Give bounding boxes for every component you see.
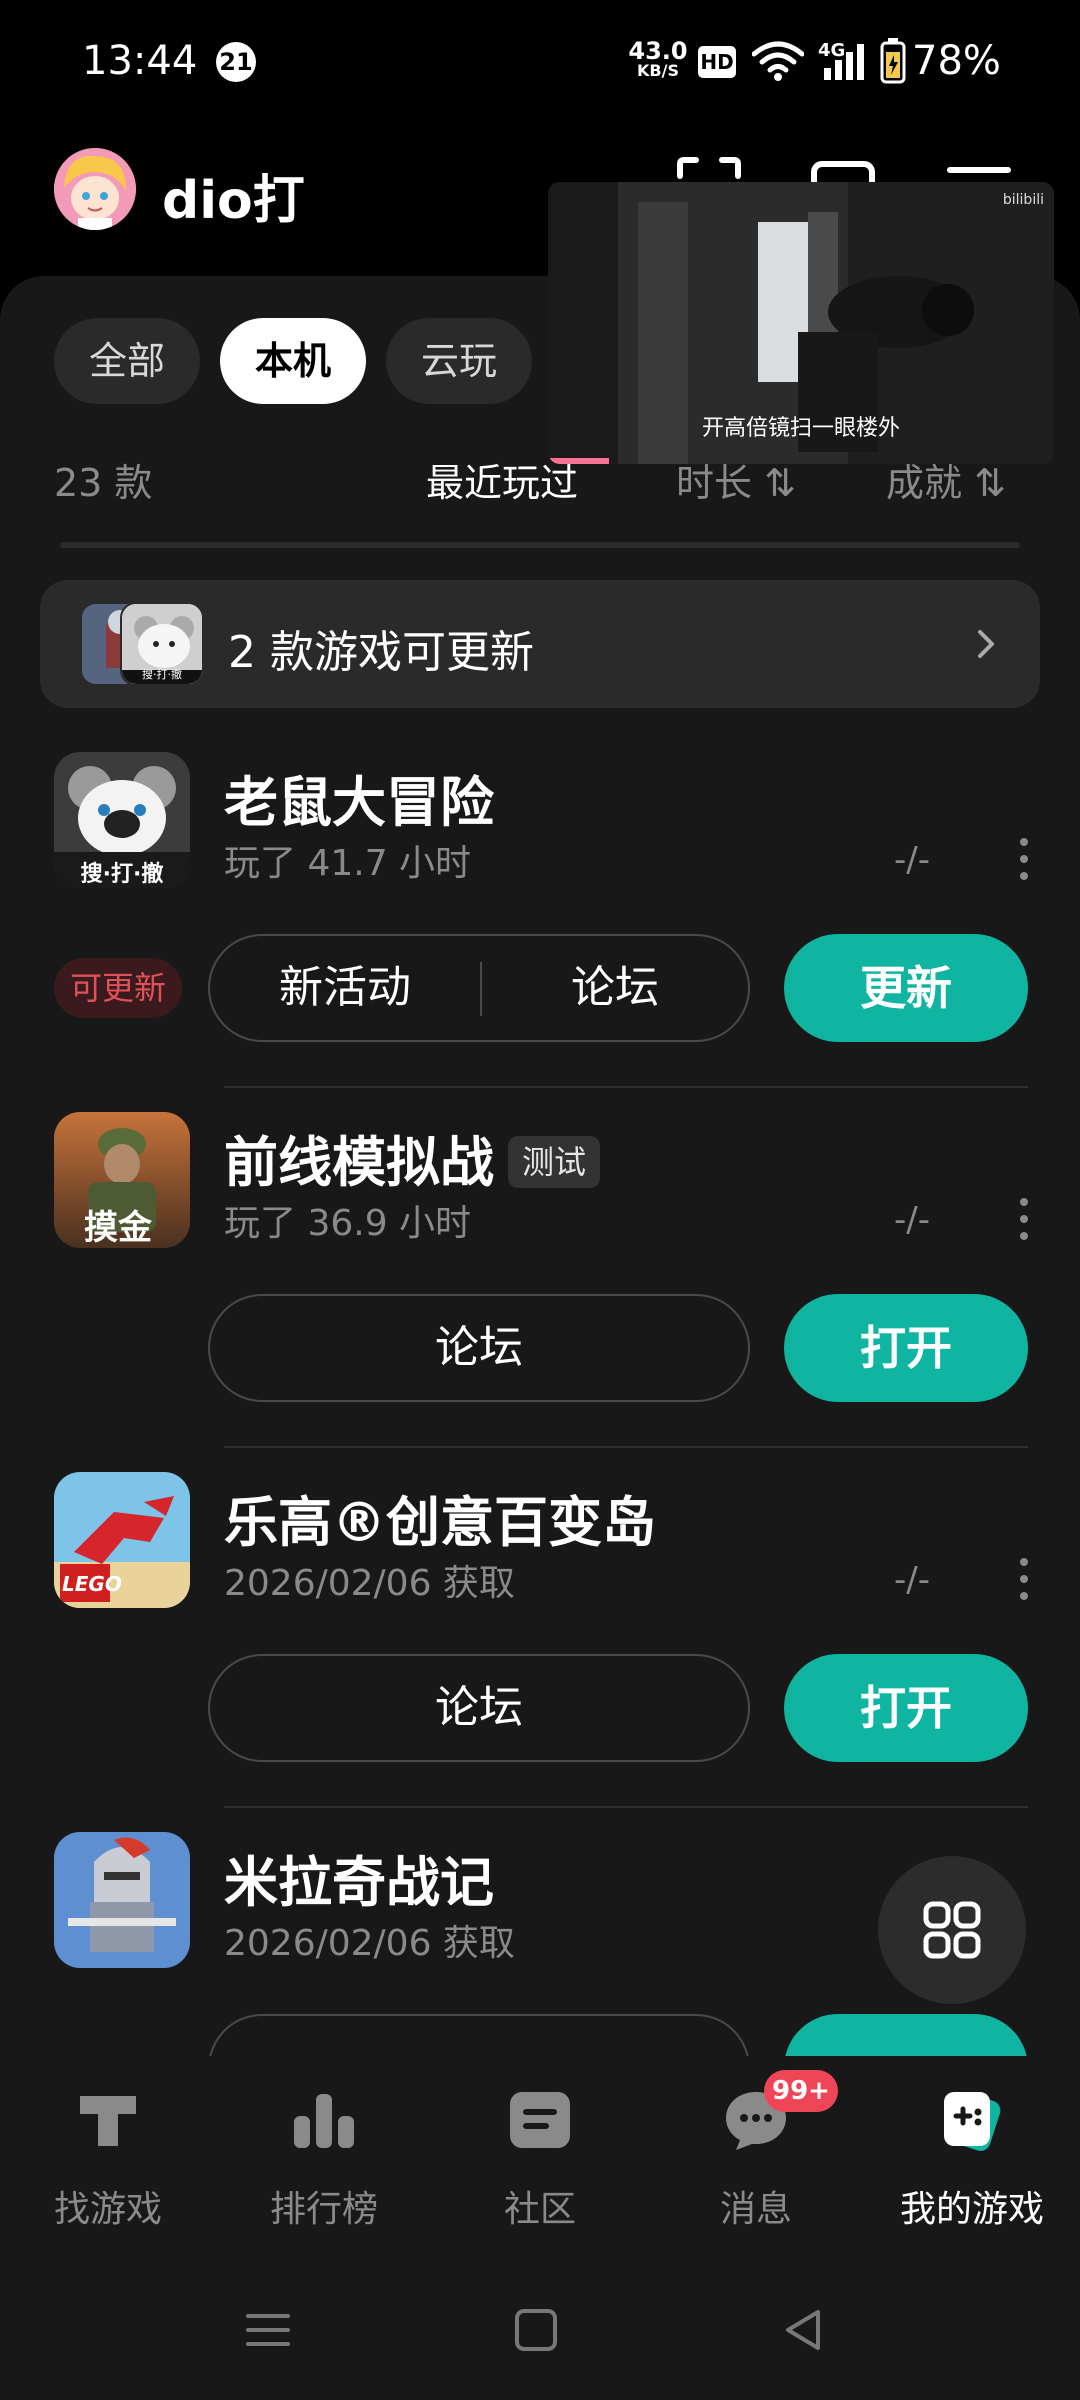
bottom-navigation: 找游戏 排行榜 社区 99+ 消息 我的游戏: [0, 2056, 1080, 2256]
forum-link[interactable]: 论坛: [210, 1296, 748, 1400]
message-count-badge: 99+: [764, 2070, 838, 2112]
more-options-icon[interactable]: [1012, 1194, 1036, 1244]
game-title[interactable]: 前线模拟战 测试: [224, 1118, 601, 1197]
community-icon: [510, 2092, 570, 2148]
game-playtime: 玩了 41.7 小时: [224, 843, 472, 884]
game-icon[interactable]: [54, 1832, 190, 1968]
tab-cloud[interactable]: 云玩: [386, 318, 532, 404]
achievement-progress: -/-: [894, 1200, 930, 1240]
nav-find-games[interactable]: 找游戏: [0, 2086, 216, 2246]
game-title-text: 前线模拟战: [224, 1131, 494, 1194]
more-options-icon[interactable]: [1012, 1554, 1036, 1604]
icon-caption: 搜·打·撤: [80, 862, 164, 887]
nav-label: 消息: [719, 2189, 792, 2230]
home-icon[interactable]: [510, 2304, 562, 2356]
grid-icon: [923, 1901, 981, 1959]
game-icon-small: 搜·打·撤: [120, 602, 204, 686]
game-item: 搜·打·撤 老鼠大冒险 玩了 41.7 小时 -/- 可更新 新活动 论坛 更新: [0, 752, 1080, 1112]
nav-community[interactable]: 社区: [432, 2086, 648, 2246]
nav-messages[interactable]: 99+ 消息: [648, 2070, 864, 2246]
floating-video-player[interactable]: bilibili 开高倍镜扫一眼楼外: [548, 182, 1054, 464]
game-title[interactable]: 老鼠大冒险: [224, 758, 494, 837]
game-title[interactable]: 米拉奇战记: [224, 1838, 494, 1917]
divider: [224, 1806, 1028, 1808]
sort-icon: ⇅: [974, 461, 1006, 505]
more-options-icon[interactable]: [1012, 834, 1036, 884]
battery-icon: [880, 38, 906, 84]
achievement-progress: -/-: [894, 1560, 930, 1600]
forum-link[interactable]: 论坛: [480, 936, 750, 1040]
update-button[interactable]: 更新: [784, 934, 1028, 1042]
updates-available-text: 2 款游戏可更新: [228, 627, 534, 678]
game-item: LEGO 乐高®创意百变岛 2026/02/06 获取 -/- 论坛 打开: [0, 1472, 1080, 1832]
status-bar: 13:44 21 43.0 KB/S HD 4G 78%: [0, 0, 1080, 125]
video-progress-bar: [548, 458, 609, 464]
back-icon[interactable]: [778, 2304, 830, 2356]
find-games-icon: [80, 2096, 136, 2146]
game-links: 论坛: [208, 1654, 750, 1762]
game-item: 摸金 前线模拟战 测试 玩了 36.9 小时 -/- 论坛 打开: [0, 1112, 1080, 1472]
open-button[interactable]: 打开: [784, 1654, 1028, 1762]
username[interactable]: dio打: [162, 158, 305, 233]
game-count: 23 款: [54, 461, 153, 505]
system-navigation-bar: [0, 2256, 1080, 2400]
tab-all[interactable]: 全部: [54, 318, 200, 404]
status-time: 13:44: [82, 38, 198, 84]
icon-caption: LEGO: [62, 1572, 122, 1596]
recent-apps-icon[interactable]: [242, 2304, 294, 2356]
game-title[interactable]: 乐高®创意百变岛: [224, 1478, 656, 1557]
updates-available-banner[interactable]: 搜·打·撤 2 款游戏可更新: [40, 580, 1040, 708]
game-links: [208, 2014, 750, 2056]
game-acquired-date: 2026/02/06 获取: [224, 1923, 515, 1964]
divider: [224, 1086, 1028, 1088]
forum-link[interactable]: 论坛: [210, 1656, 748, 1760]
open-button[interactable]: [784, 2014, 1028, 2056]
tab-local[interactable]: 本机: [220, 318, 366, 404]
open-button[interactable]: 打开: [784, 1294, 1028, 1402]
nav-label: 找游戏: [53, 2189, 162, 2230]
nav-label: 我的游戏: [899, 2189, 1044, 2230]
wifi-icon: [752, 41, 804, 81]
battery-percentage: 78%: [912, 38, 1001, 84]
cellular-signal-icon: 4G: [818, 40, 874, 82]
grid-view-button[interactable]: [878, 1856, 1026, 2004]
game-icon[interactable]: 搜·打·撤: [54, 752, 190, 888]
nav-label: 排行榜: [269, 2189, 378, 2230]
game-acquired-date: 2026/02/06 获取: [224, 1563, 515, 1604]
events-link[interactable]: 新活动: [210, 936, 480, 1040]
game-links: 论坛: [208, 1294, 750, 1402]
avatar[interactable]: [54, 148, 136, 230]
ranking-icon: [294, 2094, 354, 2148]
nav-my-games[interactable]: 我的游戏: [864, 2086, 1080, 2246]
divider: [60, 542, 1020, 548]
game-icon[interactable]: 摸金: [54, 1112, 190, 1248]
chevron-right-icon: [978, 630, 994, 658]
video-subtitle: 开高倍镜扫一眼楼外: [701, 416, 900, 441]
notification-count-badge: 21: [216, 42, 256, 82]
game-icon[interactable]: LEGO: [54, 1472, 190, 1608]
beta-tag: 测试: [508, 1136, 601, 1188]
sort-icon: ⇅: [764, 461, 796, 505]
game-links: 新活动 论坛: [208, 934, 750, 1042]
game-playtime: 玩了 36.9 小时: [224, 1203, 472, 1244]
my-games-icon: [944, 2092, 1001, 2151]
icon-caption: 摸金: [84, 1208, 152, 1248]
sort-achievement-label: 成就: [886, 461, 963, 505]
hd-icon: HD: [698, 46, 736, 78]
nav-label: 社区: [503, 2189, 576, 2230]
update-available-badge: 可更新: [54, 958, 182, 1018]
icon-caption: 搜·打·撤: [142, 668, 182, 681]
achievement-progress: -/-: [894, 840, 930, 880]
sort-duration-label: 时长: [676, 461, 753, 505]
video-watermark: bilibili: [1002, 192, 1044, 208]
network-speed: 43.0 KB/S: [626, 39, 690, 80]
my-games-panel: 全部 本机 云玩 23 款 最近玩过 时长 ⇅ 成就 ⇅ 搜·打·撤 2 款游戏…: [0, 276, 1080, 2056]
nav-ranking[interactable]: 排行榜: [216, 2086, 432, 2246]
divider: [224, 1446, 1028, 1448]
